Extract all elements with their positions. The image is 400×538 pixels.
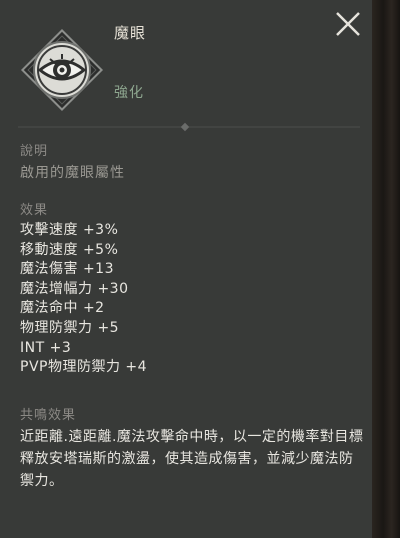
eye-emblem-icon <box>20 28 104 112</box>
effect-item: 魔法命中 +2 <box>20 300 105 317</box>
header-divider <box>18 117 360 132</box>
resonance-text: 近距離.遠距離.魔法攻擊命中時，以一定的機率對目標釋放安塔瑞斯的激盪，使其造成傷… <box>20 429 364 489</box>
close-icon <box>336 12 360 36</box>
item-tooltip-panel: 魔眼 強化 說明 啟用的魔眼屬性 效果 攻擊速度 +3% 移動速度 +5% 魔法… <box>0 0 372 538</box>
effect-item: 魔法增幅力 +30 <box>20 280 129 297</box>
effects-list: 攻擊速度 +3% 移動速度 +5% 魔法傷害 +13 魔法增幅力 +30 魔法命… <box>20 221 147 378</box>
item-subtitle: 強化 <box>114 85 144 101</box>
description-label: 說明 <box>20 144 49 159</box>
effect-item: 魔法傷害 +13 <box>20 261 114 278</box>
effect-item: 物理防禦力 +5 <box>20 319 120 336</box>
resonance-label: 共鳴效果 <box>20 408 77 423</box>
effect-item: INT +3 <box>20 339 72 356</box>
description-text: 啟用的魔眼屬性 <box>20 165 125 181</box>
effect-item: 攻擊速度 +3% <box>20 222 119 238</box>
effect-item: 移動速度 +5% <box>20 241 119 258</box>
effects-label: 效果 <box>20 203 49 218</box>
background-strip <box>372 0 400 538</box>
close-button[interactable] <box>332 8 364 40</box>
effect-item: PVP物理防禦力 +4 <box>20 359 148 376</box>
item-title: 魔眼 <box>114 24 147 42</box>
